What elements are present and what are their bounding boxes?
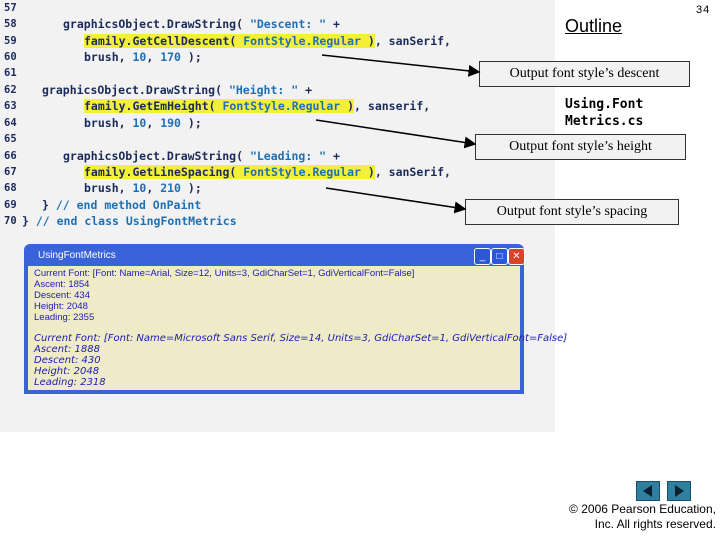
next-button[interactable] — [667, 481, 691, 501]
copyright: © 2006 Pearson Education, Inc. All right… — [569, 502, 716, 531]
arrow-height — [315, 119, 477, 149]
callout-arrows — [315, 54, 481, 214]
arrow-spacing — [325, 187, 467, 214]
triangle-right-icon — [675, 485, 684, 497]
previous-button[interactable] — [636, 481, 660, 501]
arrow-descent — [321, 54, 481, 77]
triangle-left-icon — [643, 485, 652, 497]
